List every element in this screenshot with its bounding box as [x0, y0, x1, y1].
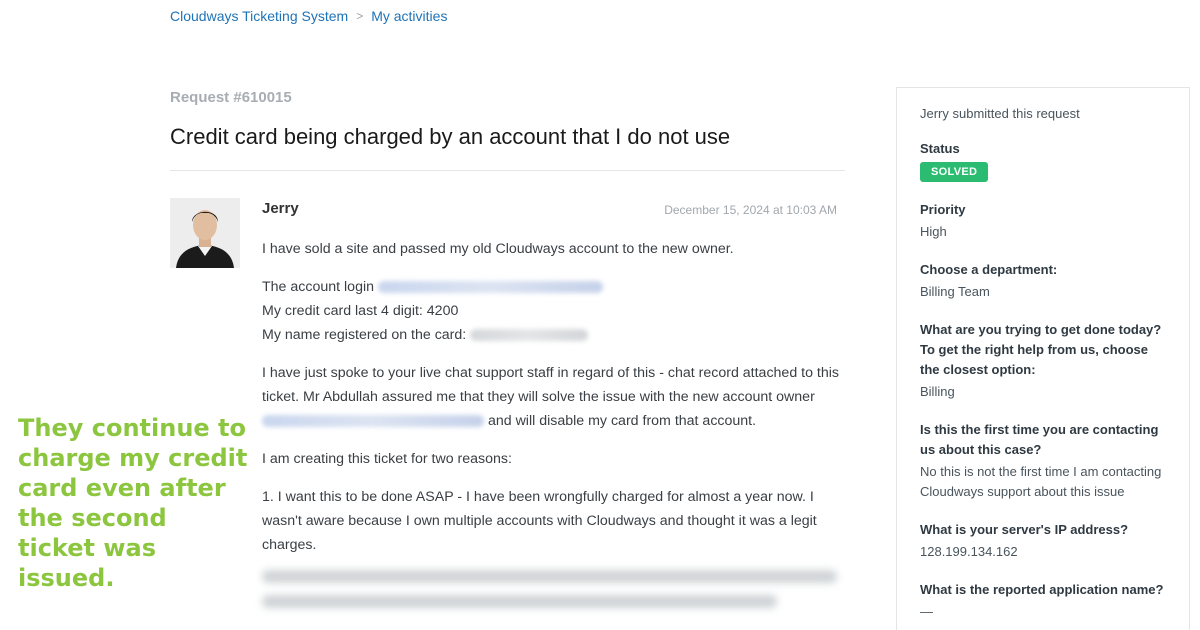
priority-value: High: [920, 224, 947, 239]
breadcrumb: Cloudways Ticketing System > My activiti…: [170, 8, 447, 24]
comment-timestamp: December 15, 2024 at 10:03 AM: [664, 203, 837, 217]
comment-line: ticket. Mr Abdullah assured me that they…: [262, 389, 815, 405]
title-divider: [170, 170, 845, 171]
comment-paragraph: I am creating this ticket for two reason…: [262, 451, 512, 467]
avatar: [170, 198, 240, 268]
status-field: Status SOLVED: [920, 139, 1166, 182]
goal-value: Billing: [920, 384, 955, 399]
page-title: Credit card being charged by an account …: [170, 124, 731, 149]
first-time-field: Is this the first time you are contactin…: [920, 420, 1166, 502]
comment-paragraph: 1. I want this to be done ASAP - I have …: [262, 489, 817, 553]
ip-value: 128.199.134.162: [920, 544, 1018, 559]
status-label: Status: [920, 141, 960, 156]
status-badge: SOLVED: [920, 162, 989, 182]
breadcrumb-home-link[interactable]: Cloudways Ticketing System: [170, 8, 348, 24]
department-value: Billing Team: [920, 284, 990, 299]
priority-field: Priority High: [920, 200, 1166, 242]
redacted-email: [262, 415, 484, 428]
app-field: What is the reported application name? —: [920, 580, 1166, 622]
comment-line: I have just spoke to your live chat supp…: [262, 365, 840, 381]
breadcrumb-current-link[interactable]: My activities: [371, 8, 447, 24]
blurred-text: [262, 570, 842, 620]
account-login-label: The account login: [262, 279, 374, 295]
avatar-photo-icon: [170, 198, 240, 268]
redacted-name: [470, 329, 589, 342]
ip-field: What is your server's IP address? 128.19…: [920, 520, 1166, 562]
app-value: —: [920, 604, 933, 619]
card-name-label: My name registered on the card:: [262, 327, 467, 343]
comment-paragraph: I have sold a site and passed my old Clo…: [262, 241, 734, 257]
comment-account-details: The account login My credit card last 4 …: [262, 275, 842, 347]
app-label: What is the reported application name?: [920, 582, 1164, 597]
request-number: Request #610015: [170, 89, 292, 106]
redacted-email: [377, 281, 603, 294]
comment-paragraph: I have just spoke to your live chat supp…: [262, 361, 842, 433]
first-time-label: Is this the first time you are contactin…: [920, 422, 1159, 457]
priority-label: Priority: [920, 202, 966, 217]
department-field: Choose a department: Billing Team: [920, 260, 1166, 302]
annotation-overlay: They continue to charge my credit card e…: [18, 414, 248, 592]
request-details-sidebar: Jerry submitted this request Status SOLV…: [896, 87, 1190, 630]
comment-body: I have sold a site and passed my old Clo…: [262, 237, 842, 557]
submitted-by: Jerry submitted this request: [920, 106, 1080, 121]
first-time-value: No this is not the first time I am conta…: [920, 464, 1162, 499]
goal-label: What are you trying to get done today? T…: [920, 322, 1162, 377]
goal-field: What are you trying to get done today? T…: [920, 320, 1166, 402]
ip-label: What is your server's IP address?: [920, 522, 1129, 537]
comment-author[interactable]: Jerry: [262, 200, 299, 217]
breadcrumb-separator: >: [356, 9, 364, 23]
card-digits: My credit card last 4 digit: 4200: [262, 303, 459, 319]
department-label: Choose a department:: [920, 262, 1058, 277]
comment-line: and will disable my card from that accou…: [487, 413, 757, 429]
